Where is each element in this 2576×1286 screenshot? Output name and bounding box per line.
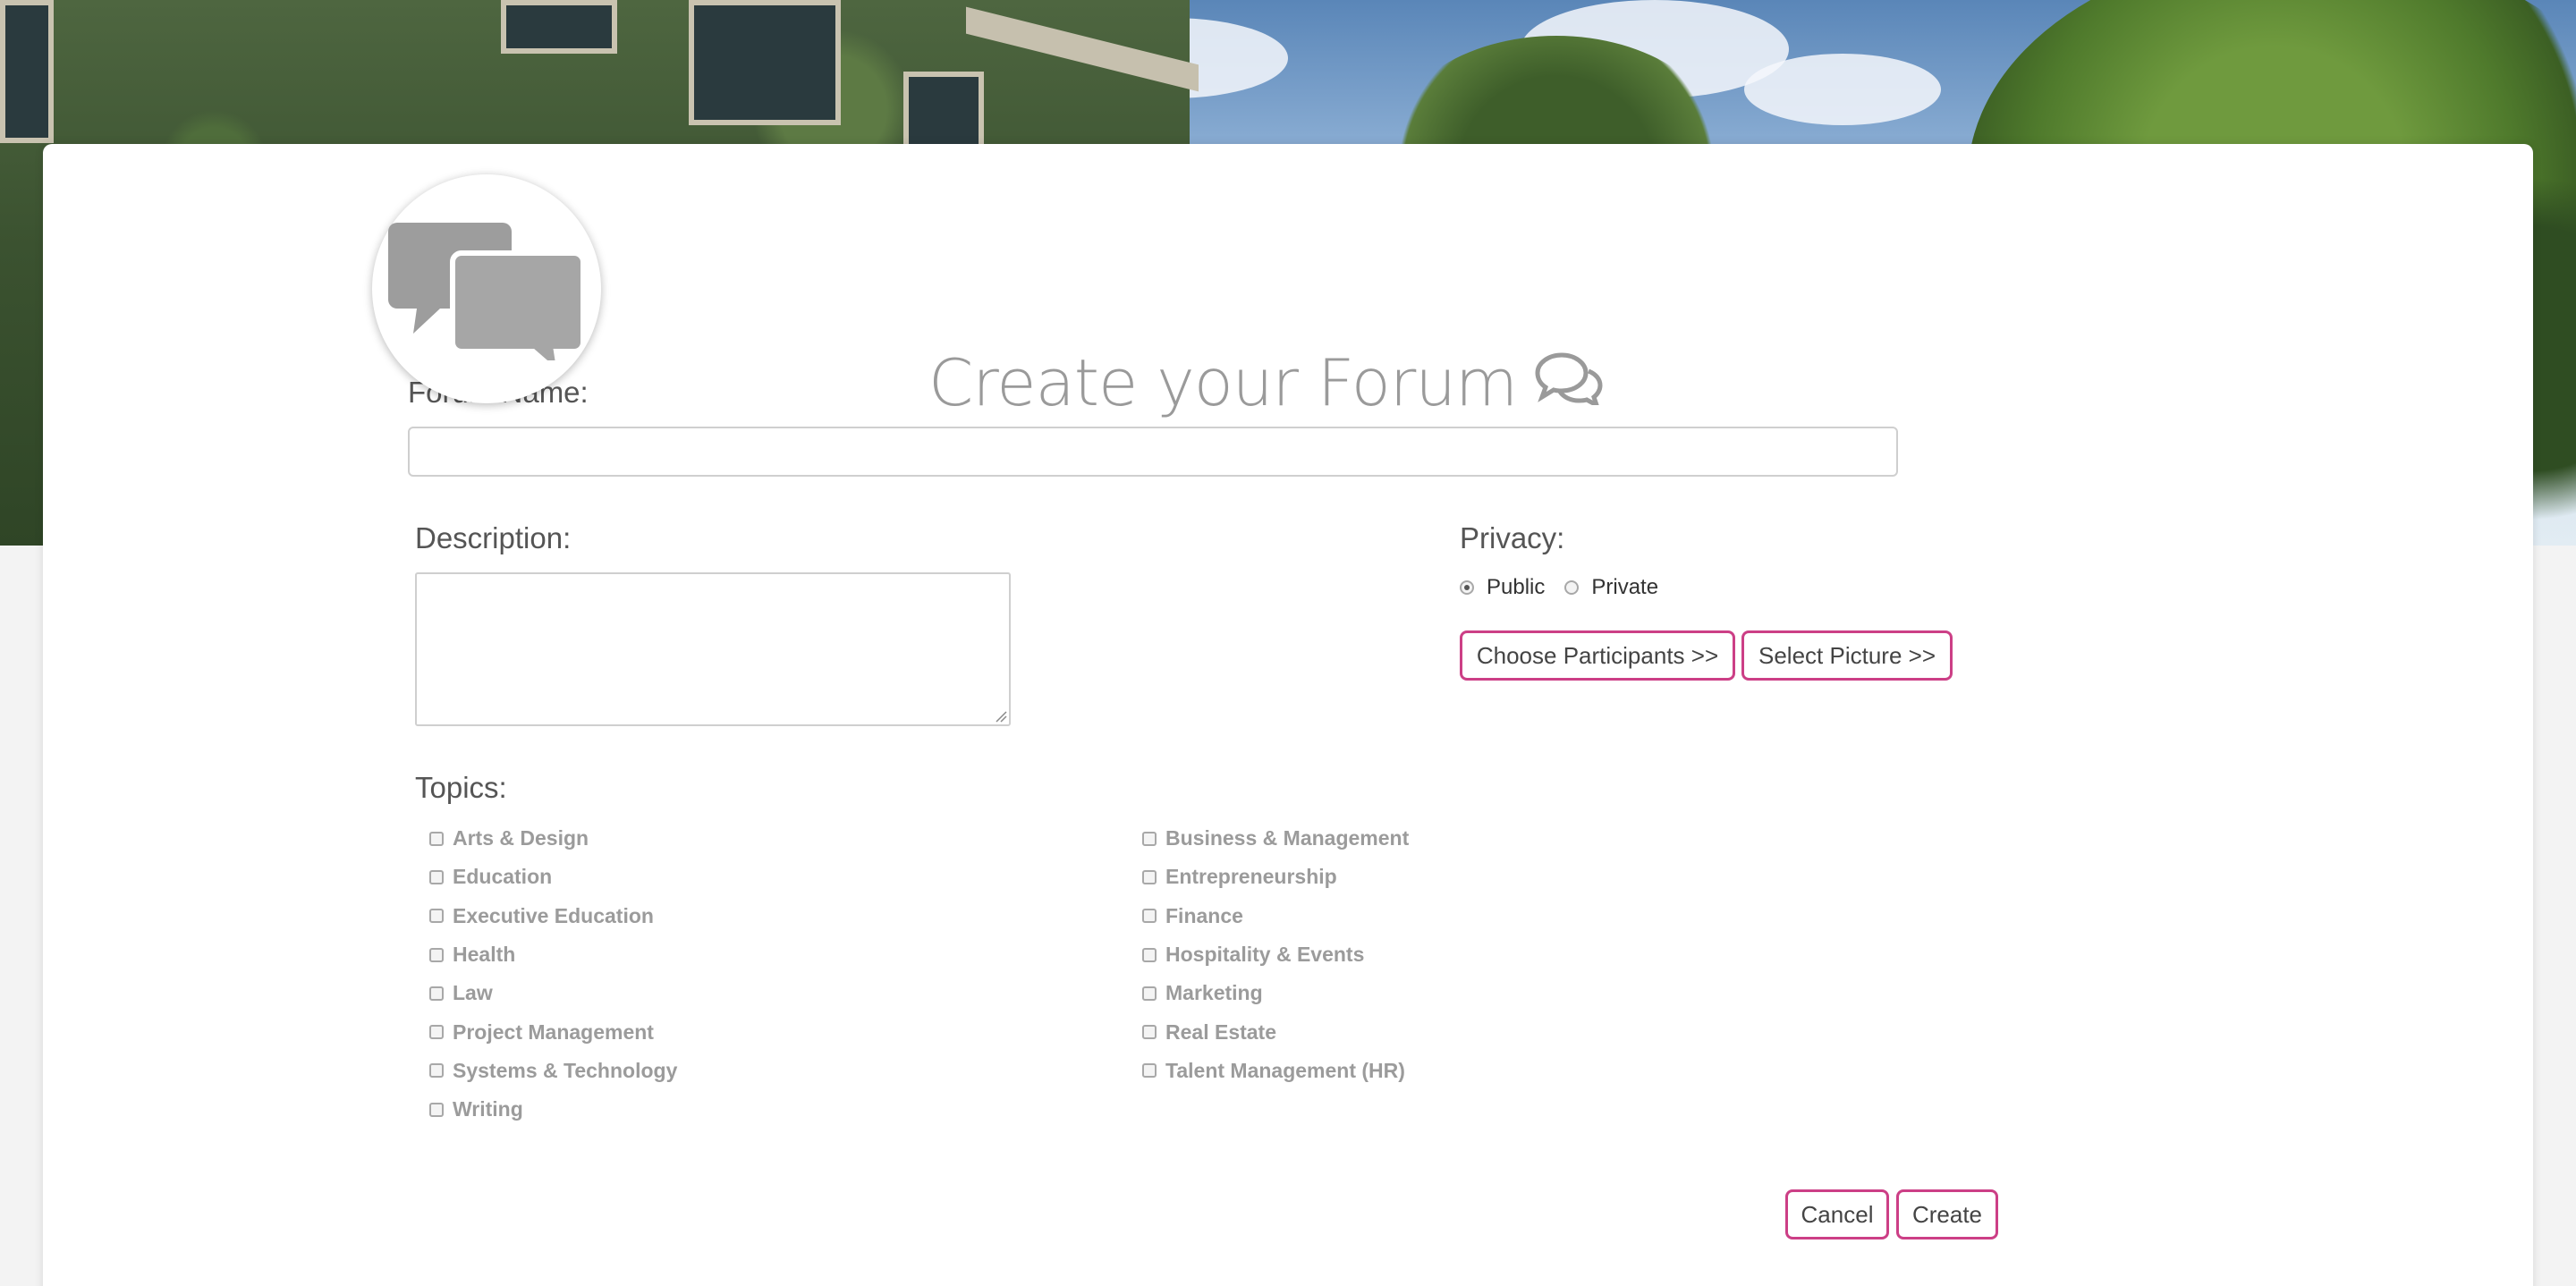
topic-label: Marketing [1165, 981, 1263, 1005]
topic-item[interactable]: Health [429, 935, 677, 974]
create-forum-card: Create your Forum Forum Name: Descriptio… [43, 144, 2533, 1286]
topic-label: Systems & Technology [453, 1058, 678, 1082]
topic-label: Business & Management [1165, 826, 1410, 850]
privacy-public-label: Public [1487, 575, 1546, 599]
select-picture-button[interactable]: Select Picture >> [1741, 630, 1953, 681]
topic-label: Hospitality & Events [1165, 943, 1365, 967]
create-button[interactable]: Create [1896, 1189, 1998, 1239]
topic-label: Education [453, 865, 553, 889]
topic-label: Finance [1165, 903, 1243, 927]
topic-checkbox[interactable] [1142, 986, 1157, 1001]
topic-checkbox[interactable] [429, 986, 444, 1001]
topic-checkbox[interactable] [429, 1025, 444, 1040]
topic-checkbox[interactable] [429, 831, 444, 846]
cancel-button[interactable]: Cancel [1785, 1189, 1889, 1239]
description-textarea[interactable] [415, 572, 1011, 726]
privacy-private-radio[interactable] [1564, 580, 1580, 595]
topic-item[interactable]: Arts & Design [429, 819, 677, 858]
topic-label: Arts & Design [453, 826, 589, 850]
topic-label: Entrepreneurship [1165, 865, 1337, 889]
topic-checkbox[interactable] [1142, 1063, 1157, 1079]
topic-checkbox[interactable] [429, 947, 444, 962]
topic-item[interactable]: Entrepreneurship [1142, 858, 1409, 896]
topic-item[interactable]: Talent Management (HR) [1142, 1052, 1409, 1090]
topic-item[interactable]: Project Management [429, 1012, 677, 1051]
topics-list-right: Business & Management Entrepreneurship F… [1142, 819, 1409, 1090]
topic-label: Project Management [453, 1019, 654, 1044]
privacy-label: Privacy: [1460, 521, 1565, 554]
topic-item[interactable]: Marketing [1142, 974, 1409, 1012]
topic-label: Real Estate [1165, 1019, 1277, 1044]
topic-label: Executive Education [453, 903, 654, 927]
topic-checkbox[interactable] [429, 1063, 444, 1079]
topic-checkbox[interactable] [1142, 909, 1157, 924]
topic-checkbox[interactable] [1142, 1025, 1157, 1040]
topic-item[interactable]: Hospitality & Events [1142, 935, 1409, 974]
privacy-private-label: Private [1591, 575, 1659, 599]
forum-avatar [372, 174, 601, 403]
topic-checkbox[interactable] [429, 909, 444, 924]
page-title-text: Create your Forum [928, 345, 1518, 420]
resize-handle-icon[interactable] [993, 708, 1007, 723]
topic-label: Health [453, 943, 516, 967]
topic-item[interactable]: Education [429, 858, 677, 896]
topic-checkbox[interactable] [429, 869, 444, 884]
topic-item[interactable]: Finance [1142, 897, 1409, 935]
chat-bubbles-icon [388, 223, 585, 360]
topics-label: Topics: [415, 771, 507, 804]
topic-item[interactable]: Business & Management [1142, 819, 1409, 858]
topic-item[interactable]: Executive Education [429, 897, 677, 935]
topic-checkbox[interactable] [1142, 947, 1157, 962]
description-label: Description: [415, 521, 572, 554]
topic-checkbox[interactable] [429, 1102, 444, 1117]
topic-item[interactable]: Writing [429, 1090, 677, 1129]
privacy-radio-group: Public Private [1460, 575, 1658, 600]
topic-checkbox[interactable] [1142, 869, 1157, 884]
privacy-public-radio[interactable] [1460, 580, 1474, 595]
topic-item[interactable]: Real Estate [1142, 1012, 1409, 1051]
topic-checkbox[interactable] [1142, 831, 1157, 846]
topics-list-left: Arts & Design Education Executive Educat… [429, 819, 677, 1129]
comments-icon [1535, 345, 1603, 420]
forum-name-input[interactable] [408, 427, 1898, 477]
topic-label: Writing [453, 1097, 523, 1121]
topic-item[interactable]: Systems & Technology [429, 1052, 677, 1090]
page-title: Create your Forum [928, 343, 1603, 423]
topic-label: Law [453, 981, 493, 1005]
topic-item[interactable]: Law [429, 974, 677, 1012]
topic-label: Talent Management (HR) [1165, 1058, 1405, 1082]
choose-participants-button[interactable]: Choose Participants >> [1460, 630, 1735, 681]
